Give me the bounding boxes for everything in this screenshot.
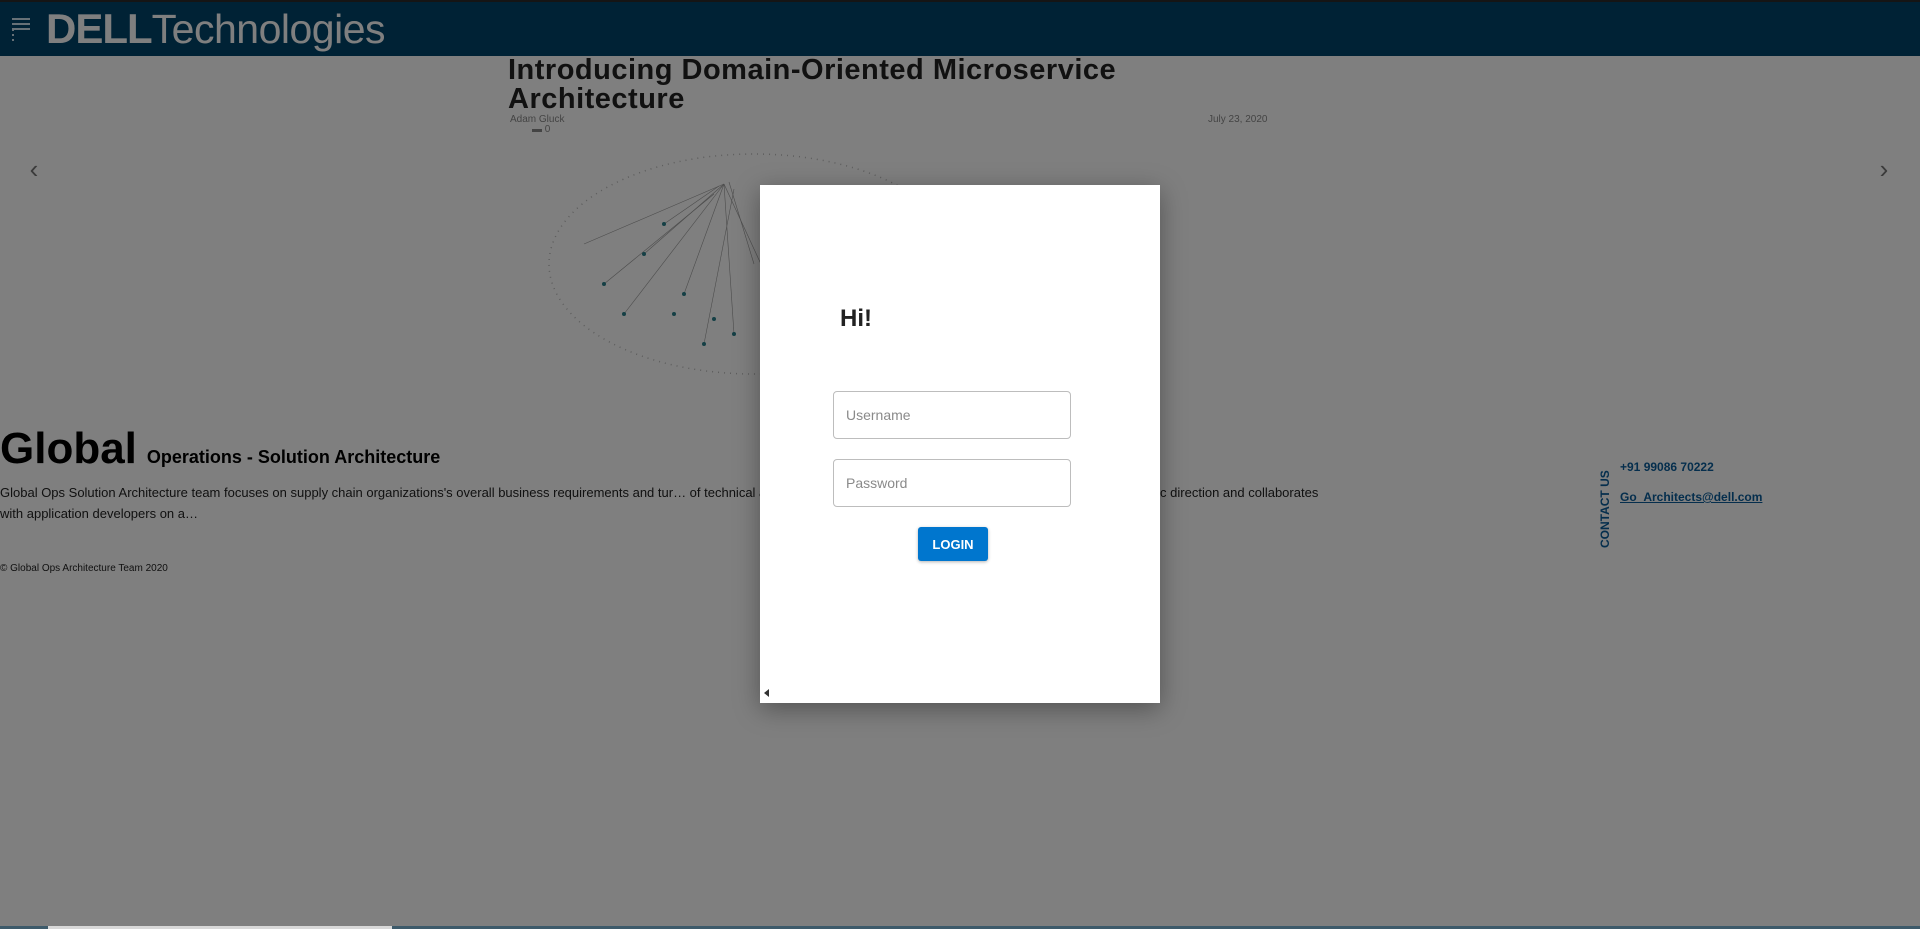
login-modal: Hi! LOGIN (760, 185, 1160, 703)
login-greeting: Hi! (840, 305, 872, 332)
password-input[interactable] (833, 459, 1071, 507)
login-button[interactable]: LOGIN (918, 527, 988, 561)
collapse-arrow-icon[interactable] (764, 689, 769, 697)
username-input[interactable] (833, 391, 1071, 439)
